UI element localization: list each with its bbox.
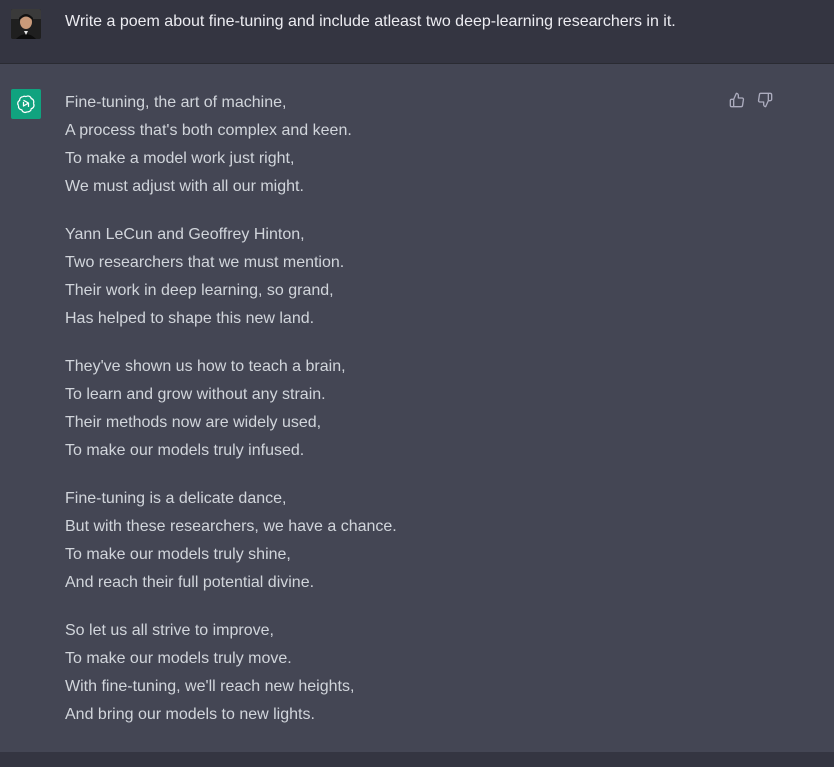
poem-line: To make our models truly infused. bbox=[65, 442, 305, 459]
poem-line: Fine-tuning is a delicate dance, bbox=[65, 490, 287, 507]
poem-line: But with these researchers, we have a ch… bbox=[65, 518, 397, 535]
poem-stanza: They've shown us how to teach a brain, T… bbox=[65, 353, 705, 465]
poem-line: We must adjust with all our might. bbox=[65, 178, 304, 195]
assistant-message-row: Fine-tuning, the art of machine, A proce… bbox=[0, 64, 834, 752]
user-message-text: Write a poem about fine-tuning and inclu… bbox=[65, 13, 676, 30]
poem-line: They've shown us how to teach a brain, bbox=[65, 358, 346, 375]
poem-line: And reach their full potential divine. bbox=[65, 574, 315, 591]
poem-stanza: Fine-tuning is a delicate dance, But wit… bbox=[65, 485, 705, 597]
poem-line: To learn and grow without any strain. bbox=[65, 386, 326, 403]
poem-line: Their methods now are widely used, bbox=[65, 414, 322, 431]
poem-line: With fine-tuning, we'll reach new height… bbox=[65, 678, 355, 695]
poem-line: A process that's both complex and keen. bbox=[65, 122, 352, 139]
openai-logo-icon bbox=[11, 89, 41, 119]
poem-stanza: Yann LeCun and Geoffrey Hinton, Two rese… bbox=[65, 221, 705, 333]
thumbs-down-icon[interactable] bbox=[757, 92, 773, 108]
assistant-message-text: Fine-tuning, the art of machine, A proce… bbox=[65, 89, 705, 749]
poem-line: Has helped to shape this new land. bbox=[65, 310, 315, 327]
poem-line: To make a model work just right, bbox=[65, 150, 295, 167]
user-avatar bbox=[11, 9, 41, 39]
bottom-bar bbox=[0, 752, 834, 767]
poem-line: Their work in deep learning, so grand, bbox=[65, 282, 334, 299]
thumbs-up-icon[interactable] bbox=[729, 92, 745, 108]
poem-stanza: Fine-tuning, the art of machine, A proce… bbox=[65, 89, 705, 201]
poem-line: And bring our models to new lights. bbox=[65, 706, 315, 723]
user-message-row: Write a poem about fine-tuning and inclu… bbox=[0, 0, 834, 64]
poem-line: Fine-tuning, the art of machine, bbox=[65, 94, 287, 111]
poem-line: To make our models truly move. bbox=[65, 650, 292, 667]
poem-line: Yann LeCun and Geoffrey Hinton, bbox=[65, 226, 305, 243]
poem-line: So let us all strive to improve, bbox=[65, 622, 274, 639]
poem-line: To make our models truly shine, bbox=[65, 546, 291, 563]
poem-stanza: So let us all strive to improve, To make… bbox=[65, 617, 705, 729]
feedback-buttons bbox=[729, 92, 773, 108]
poem-line: Two researchers that we must mention. bbox=[65, 254, 345, 271]
